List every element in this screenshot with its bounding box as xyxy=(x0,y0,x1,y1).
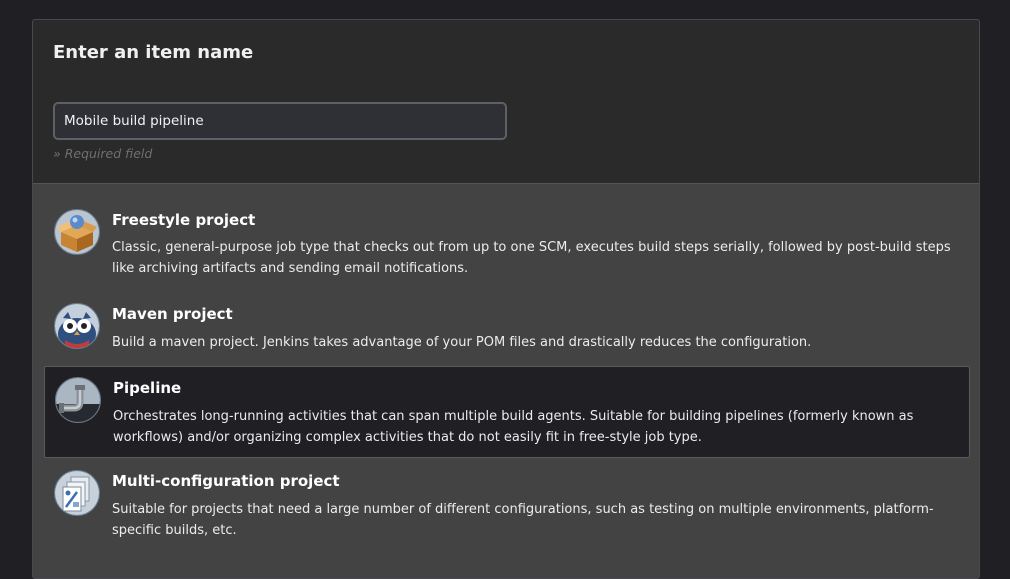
item-type-pipeline[interactable]: Pipeline Orchestrates long-running activ… xyxy=(44,366,970,458)
new-item-panel: Enter an item name » Required field Free… xyxy=(32,19,980,579)
item-title-maven: Maven project xyxy=(112,305,233,323)
item-title-multi-configuration: Multi-configuration project xyxy=(112,472,340,490)
item-name-input[interactable] xyxy=(53,102,507,140)
item-type-freestyle[interactable]: Freestyle project Classic, general-purpo… xyxy=(44,205,970,295)
maven-owl-icon xyxy=(54,303,100,349)
page-title: Enter an item name xyxy=(53,42,254,63)
item-description-freestyle: Classic, general-purpose job type that c… xyxy=(112,240,951,276)
item-title-freestyle: Freestyle project xyxy=(112,211,256,229)
item-title-pipeline: Pipeline xyxy=(113,379,182,397)
item-description-multi-configuration: Suitable for projects that need a large … xyxy=(112,502,934,538)
item-description-pipeline: Orchestrates long-running activities tha… xyxy=(113,409,914,445)
freestyle-box-icon xyxy=(54,209,100,255)
item-description-maven: Build a maven project. Jenkins takes adv… xyxy=(112,335,812,350)
pipeline-pipe-icon xyxy=(55,377,101,423)
required-field-hint: » Required field xyxy=(53,146,153,161)
multi-configuration-icon xyxy=(54,470,100,516)
item-type-multi-configuration[interactable]: Multi-configuration project Suitable for… xyxy=(44,466,970,556)
item-name-section: Enter an item name » Required field xyxy=(33,20,979,184)
item-type-maven[interactable]: Maven project Build a maven project. Jen… xyxy=(44,300,970,364)
